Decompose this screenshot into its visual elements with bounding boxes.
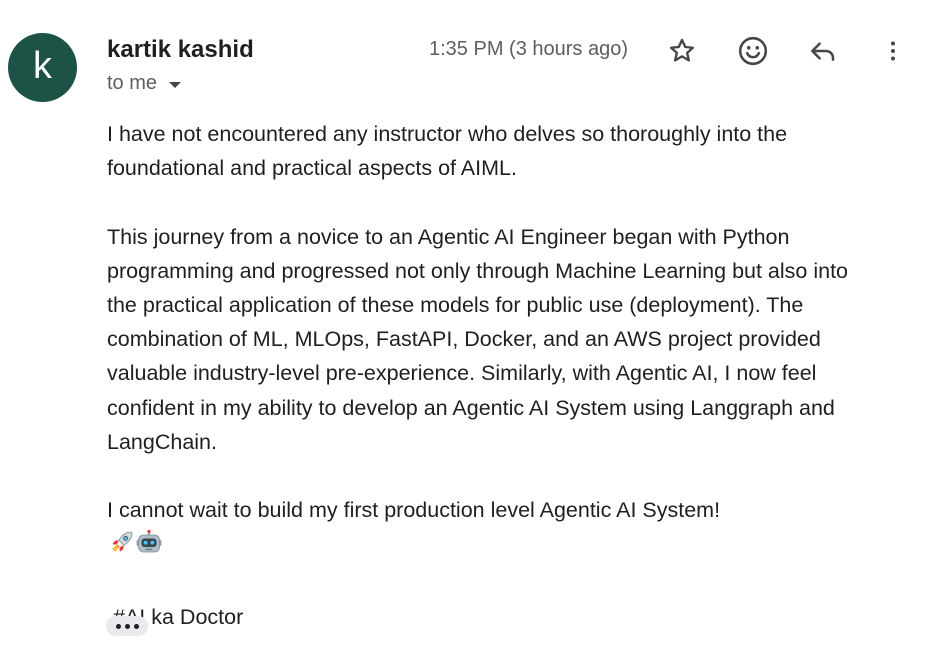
- more-options-button[interactable]: [873, 31, 913, 71]
- sender-avatar[interactable]: k: [8, 33, 77, 102]
- ellipsis-dot: [115, 623, 121, 629]
- add-reaction-button[interactable]: [733, 31, 773, 71]
- timestamp: 1:35 PM (3 hours ago): [429, 38, 628, 60]
- reply-icon: [811, 42, 835, 61]
- emoji-reaction-icon: [738, 36, 768, 66]
- more-vert-icon: [891, 41, 895, 61]
- show-trimmed-content-button[interactable]: [106, 616, 148, 636]
- ellipsis-dot: [124, 623, 130, 629]
- body-paragraph: I cannot wait to build my first producti…: [107, 498, 721, 523]
- body-closing-line: I cannot wait to build my first producti…: [107, 493, 907, 565]
- caret-down-icon: [169, 81, 182, 88]
- recipient-label: to me: [107, 72, 158, 94]
- star-outline-icon: [669, 38, 695, 62]
- recipient-details-toggle[interactable]: to me: [107, 72, 182, 95]
- sender-name[interactable]: kartik kashid: [107, 36, 254, 64]
- reply-button[interactable]: [803, 31, 843, 71]
- message-body: I have not encountered any instructor wh…: [107, 117, 907, 668]
- hashtag-line: #AI ka Doctor: [113, 604, 244, 629]
- body-paragraph: This journey from a novice to an Agentic…: [107, 224, 849, 454]
- body-paragraph: I have not encountered any instructor wh…: [107, 122, 788, 181]
- star-button[interactable]: [662, 31, 702, 71]
- ellipsis-dot: [133, 623, 139, 629]
- avatar-letter: k: [33, 44, 52, 87]
- rocket-emoji-icon: [109, 529, 163, 565]
